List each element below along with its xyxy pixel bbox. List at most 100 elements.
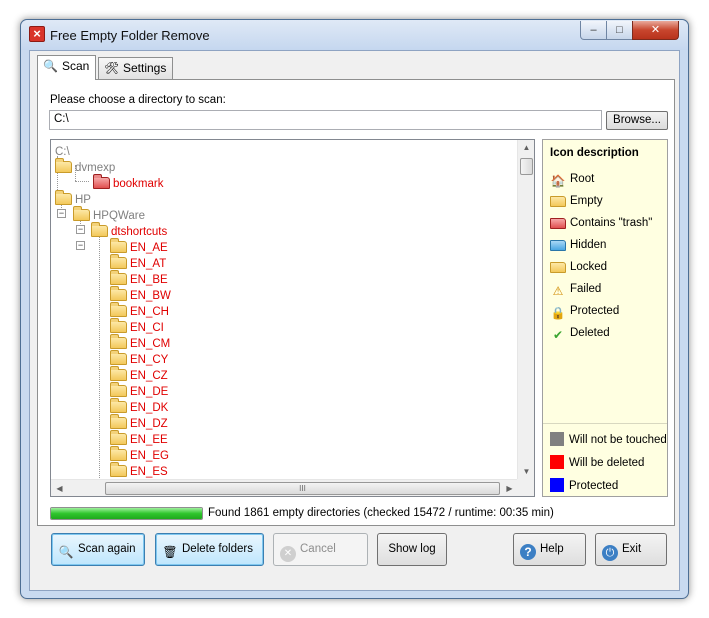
- tree-node-label: dvmexp: [75, 162, 116, 174]
- help-button[interactable]: ? Help: [513, 533, 586, 566]
- folder-icon: [110, 238, 127, 253]
- collapse-toggle[interactable]: −: [76, 225, 85, 234]
- folder-icon: [110, 366, 127, 381]
- folder-icon: [110, 254, 127, 269]
- collapse-toggle[interactable]: −: [57, 209, 66, 218]
- maximize-button[interactable]: □: [606, 21, 633, 40]
- tree-node[interactable]: EN_DK: [110, 398, 168, 416]
- trash-can-icon: 🗑: [162, 545, 178, 559]
- tree-node[interactable]: EN_DE: [110, 382, 169, 400]
- locked-folder-icon: [550, 262, 566, 273]
- tree-node[interactable]: EN_BE: [110, 270, 168, 288]
- folder-icon: [110, 318, 127, 333]
- title-bar[interactable]: × Free Empty Folder Remove – □ ✕: [21, 20, 688, 50]
- legend-separator: [543, 423, 667, 424]
- tree-vertical-scrollbar[interactable]: ▲ ▼: [517, 140, 534, 480]
- tree-node[interactable]: EN_CZ: [110, 366, 168, 384]
- scan-progress-bar: [50, 507, 203, 520]
- folder-icon: [110, 334, 127, 349]
- tree-node[interactable]: EN_EE: [110, 430, 168, 448]
- scroll-right-arrow-icon[interactable]: ▶: [501, 480, 518, 496]
- tab-scan-label: Scan: [62, 59, 90, 73]
- folder-icon: [110, 286, 127, 301]
- tree-horizontal-scrollbar[interactable]: ◀ III ▶: [51, 479, 518, 496]
- trash-folder-icon: [550, 218, 566, 229]
- tree-node[interactable]: EN_CH: [110, 302, 169, 320]
- tree-node-label: EN_CH: [130, 306, 169, 318]
- scroll-up-arrow-icon[interactable]: ▲: [518, 140, 534, 156]
- blue-swatch-icon: [550, 478, 564, 492]
- window-title: Free Empty Folder Remove: [50, 28, 210, 43]
- delete-folders-button[interactable]: 🗑 Delete folders: [155, 533, 264, 566]
- app-window: × Free Empty Folder Remove – □ ✕ 🔍 Scan …: [20, 19, 689, 599]
- legend-label: Contains "trash": [570, 217, 653, 229]
- folder-icon: [110, 398, 127, 413]
- folder-icon: [110, 446, 127, 461]
- legend-label: Root: [570, 173, 595, 185]
- directory-prompt: Please choose a directory to scan:: [50, 94, 226, 106]
- tree-node[interactable]: HPQWare: [73, 206, 145, 224]
- cancel-button[interactable]: ✕ Cancel: [273, 533, 368, 566]
- cancel-label: Cancel: [300, 543, 336, 555]
- tree-node[interactable]: EN_BW: [110, 286, 171, 304]
- scroll-down-arrow-icon[interactable]: ▼: [518, 464, 534, 480]
- scan-status-text: Found 1861 empty directories (checked 15…: [208, 507, 554, 519]
- tab-scan[interactable]: 🔍 Scan: [37, 55, 97, 80]
- legend-item-hidden: Hidden: [550, 237, 606, 253]
- legend-title: Icon description: [550, 147, 639, 159]
- tree-node-label: EN_CY: [130, 354, 169, 366]
- vertical-scroll-thumb[interactable]: [520, 158, 533, 175]
- collapse-toggle[interactable]: −: [76, 241, 85, 250]
- tree-node[interactable]: EN_CY: [110, 350, 169, 368]
- close-button[interactable]: ✕: [632, 21, 679, 40]
- folder-icon: [110, 350, 127, 365]
- tree-node-label: EN_AE: [130, 242, 168, 254]
- help-question-icon: ?: [520, 544, 536, 560]
- scroll-left-arrow-icon[interactable]: ◀: [51, 480, 68, 496]
- tree-connector: [99, 236, 100, 480]
- minimize-button[interactable]: –: [580, 21, 607, 40]
- tree-node-label: EN_EG: [130, 450, 169, 462]
- tree-node[interactable]: EN_ES: [110, 462, 168, 480]
- folder-icon: [110, 302, 127, 317]
- folder-tree[interactable]: − − − C:\ dvmexp bookmark HP HPQWare dtshortc…: [50, 139, 535, 497]
- folder-icon: [91, 222, 108, 237]
- tree-node[interactable]: dtshortcuts: [91, 222, 167, 240]
- tree-node[interactable]: EN_CM: [110, 334, 170, 352]
- tree-node-label: EN_BE: [130, 274, 168, 286]
- horizontal-scroll-thumb[interactable]: III: [105, 482, 500, 495]
- empty-folder-icon: [550, 196, 566, 207]
- legend-label: Hidden: [570, 239, 607, 251]
- tree-node[interactable]: EN_EG: [110, 446, 169, 464]
- legend-item-root: 🏠 Root: [550, 171, 595, 188]
- scan-again-button[interactable]: 🔍 Scan again: [51, 533, 145, 566]
- tab-settings-label: Settings: [123, 61, 167, 75]
- tree-node-label: HPQWare: [93, 210, 145, 222]
- legend-item-failed: ⚠ Failed: [550, 281, 602, 298]
- tree-node-label: EN_DE: [130, 386, 169, 398]
- legend-item-deleted: ✔ Deleted: [550, 325, 610, 342]
- legend-color-label: Will not be touched: [569, 434, 667, 446]
- folder-icon: [110, 430, 127, 445]
- tree-node-label: EN_BW: [130, 290, 171, 302]
- directory-path-input[interactable]: C:\: [49, 110, 602, 130]
- tree-rows: − − − C:\ dvmexp bookmark HP HPQWare dtshortc…: [51, 140, 518, 480]
- tree-node[interactable]: bookmark: [93, 174, 164, 192]
- padlock-icon: 🔒: [550, 306, 566, 320]
- tools-icon: 🛠: [104, 61, 120, 75]
- legend-color-protected: Protected: [550, 478, 618, 494]
- legend-item-protected: 🔒 Protected: [550, 303, 620, 320]
- tree-node[interactable]: EN_DZ: [110, 414, 168, 432]
- show-log-button[interactable]: Show log: [377, 533, 447, 566]
- tree-node[interactable]: EN_AE: [110, 238, 168, 256]
- legend-item-locked: Locked: [550, 259, 607, 275]
- scan-again-label: Scan again: [78, 543, 136, 555]
- legend-label: Empty: [570, 195, 603, 207]
- exit-button[interactable]: ⏻ Exit: [595, 533, 667, 566]
- tab-settings[interactable]: 🛠 Settings: [98, 57, 174, 79]
- client-area: 🔍 Scan 🛠 Settings Please choose a direct…: [29, 50, 680, 591]
- browse-button[interactable]: Browse...: [606, 111, 668, 130]
- legend-label: Protected: [570, 305, 620, 317]
- tree-node[interactable]: dvmexp: [55, 158, 116, 176]
- folder-icon: [73, 206, 90, 221]
